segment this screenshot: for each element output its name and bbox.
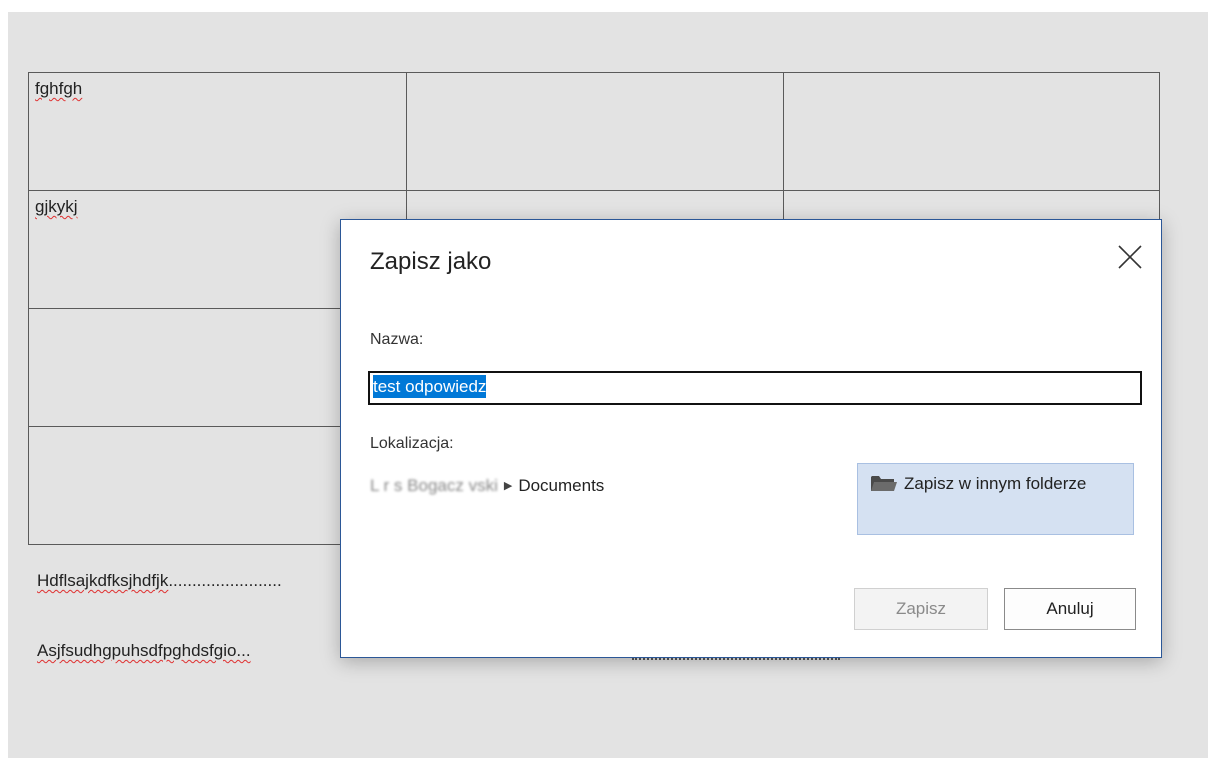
cell-text: fghfgh xyxy=(35,79,83,98)
location-path: L r s Bogacz vski ▶ Documents xyxy=(370,476,604,496)
table-cell[interactable] xyxy=(406,72,784,191)
save-button[interactable]: Zapisz xyxy=(854,588,988,630)
paragraph-text: Hdflsajkdfksjhdfjk xyxy=(37,571,169,590)
chevron-right-icon: ▶ xyxy=(503,480,513,492)
dialog-title: Zapisz jako xyxy=(370,248,492,275)
paragraph-text: Asjfsudhgpuhsdfpghdsfgio... xyxy=(37,641,251,660)
paragraph-dots: ........................ xyxy=(168,571,282,590)
location-user-folder: L r s Bogacz vski xyxy=(370,476,498,495)
location-documents: Documents xyxy=(518,476,605,495)
save-as-dialog: Zapisz jako Nazwa: test odpowiedz Lokali… xyxy=(340,219,1162,658)
cell-text: gjkykj xyxy=(35,197,78,216)
file-name-selected-text: test odpowiedz xyxy=(373,375,487,398)
table-cell[interactable]: fghfgh xyxy=(27,72,408,191)
file-name-input[interactable]: test odpowiedz xyxy=(368,371,1142,405)
other-folder-label: Zapisz w innym folderze xyxy=(904,474,1087,493)
table-cell[interactable] xyxy=(782,72,1161,191)
location-label: Lokalizacja: xyxy=(370,435,454,452)
document-paragraph[interactable]: Asjfsudhgpuhsdfpghdsfgio... xyxy=(37,641,251,661)
folder-icon xyxy=(871,476,897,491)
table-row: fghfgh xyxy=(27,72,1161,191)
name-label: Nazwa: xyxy=(370,331,424,348)
cancel-button[interactable]: Anuluj xyxy=(1004,588,1136,630)
close-icon xyxy=(1118,245,1142,269)
document-paragraph[interactable]: Hdflsajkdfksjhdfjk......................… xyxy=(37,571,282,591)
save-in-other-folder-button[interactable]: Zapisz w innym folderze xyxy=(857,463,1134,535)
close-button[interactable] xyxy=(1113,240,1147,274)
